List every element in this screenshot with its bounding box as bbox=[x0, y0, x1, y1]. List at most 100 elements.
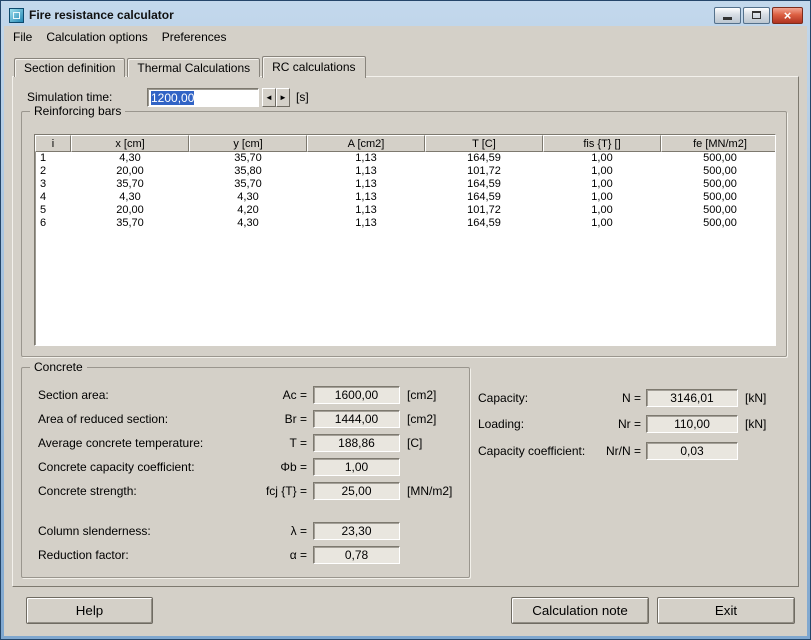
column-header-a[interactable]: A [cm2] bbox=[307, 135, 425, 152]
concrete-field-capacity-coefficient: Concrete capacity coefficient: Φb = 1,00 bbox=[22, 458, 469, 476]
bottom-button-bar: Help Calculation note Exit bbox=[4, 587, 807, 636]
menu-file[interactable]: File bbox=[6, 27, 39, 47]
client-area: File Calculation options Preferences Sec… bbox=[4, 26, 807, 636]
field-symbol: Ac = bbox=[282, 388, 307, 402]
window-title: Fire resistance calculator bbox=[29, 8, 174, 22]
menu-calculation-options[interactable]: Calculation options bbox=[39, 27, 154, 47]
cell-i: 2 bbox=[40, 165, 47, 177]
cell-t: 164,59 bbox=[467, 191, 501, 203]
cell-a: 1,13 bbox=[355, 217, 377, 229]
tab-page-rc-calculations: Simulation time: 1200,00 ◄ ► [s] Reinfor… bbox=[12, 76, 799, 587]
field-label: Column slenderness: bbox=[38, 524, 151, 538]
concrete-group: Concrete Section area: Ac = 1600,00 [cm2… bbox=[21, 360, 470, 578]
help-button[interactable]: Help bbox=[26, 597, 153, 624]
column-header-t[interactable]: T [C] bbox=[425, 135, 543, 152]
cell-fe: 500,00 bbox=[703, 191, 737, 203]
tab-rc-calculations[interactable]: RC calculations bbox=[262, 56, 366, 78]
calculation-note-button[interactable]: Calculation note bbox=[511, 597, 649, 624]
cell-x: 20,00 bbox=[116, 165, 144, 177]
concrete-field-slenderness: Column slenderness: λ = 23,30 bbox=[22, 522, 469, 540]
cell-fis: 1,00 bbox=[591, 178, 613, 190]
menu-preferences[interactable]: Preferences bbox=[155, 27, 234, 47]
cell-t: 164,59 bbox=[467, 152, 501, 164]
cell-fis: 1,00 bbox=[591, 191, 613, 203]
field-unit: [kN] bbox=[745, 417, 767, 431]
cell-y: 4,30 bbox=[237, 217, 259, 229]
cell-x: 20,00 bbox=[116, 204, 144, 216]
spin-left-button[interactable]: ◄ bbox=[262, 87, 276, 107]
cell-y: 35,70 bbox=[234, 152, 262, 164]
field-value: 110,00 bbox=[646, 415, 738, 433]
column-header-x[interactable]: x [cm] bbox=[71, 135, 189, 152]
field-unit: [cm2] bbox=[407, 412, 437, 426]
concrete-field-avg-temperature: Average concrete temperature: T = 188,86… bbox=[22, 434, 469, 452]
maximize-button[interactable] bbox=[743, 6, 770, 24]
table-row[interactable]: 5 20,00 4,20 1,13 101,72 1,00 500,00 bbox=[35, 204, 775, 217]
cell-i: 4 bbox=[40, 191, 47, 203]
cell-fis: 1,00 bbox=[591, 165, 613, 177]
field-unit: [MN/m2] bbox=[407, 484, 453, 498]
cell-i: 5 bbox=[40, 204, 47, 216]
cell-t: 101,72 bbox=[467, 165, 501, 177]
tab-section-definition[interactable]: Section definition bbox=[14, 58, 126, 77]
selected-text: 1200,00 bbox=[151, 90, 195, 105]
caption-buttons: × bbox=[714, 6, 803, 24]
field-unit: [cm2] bbox=[407, 388, 437, 402]
cell-fe: 500,00 bbox=[703, 165, 737, 177]
cell-fe: 500,00 bbox=[703, 217, 737, 229]
tab-strip: Section definition Thermal Calculations … bbox=[14, 55, 368, 78]
reinforcing-bars-title: Reinforcing bars bbox=[30, 104, 126, 118]
field-value: 188,86 bbox=[313, 434, 400, 452]
field-label: Reduction factor: bbox=[38, 548, 129, 562]
app-icon bbox=[9, 7, 24, 23]
cell-fis: 1,00 bbox=[591, 217, 613, 229]
app-window: Fire resistance calculator × File Calcul… bbox=[0, 0, 811, 640]
maximize-icon bbox=[752, 11, 761, 19]
capacity-field: Capacity: N = 3146,01 [kN] bbox=[478, 389, 790, 407]
simulation-time-input[interactable]: 1200,00 bbox=[147, 87, 259, 107]
field-unit: [C] bbox=[407, 436, 423, 450]
cell-a: 1,13 bbox=[355, 152, 377, 164]
spin-right-button[interactable]: ► bbox=[276, 87, 290, 107]
field-value: 1,00 bbox=[313, 458, 400, 476]
title-bar[interactable]: Fire resistance calculator × bbox=[4, 1, 807, 26]
field-label: Capacity coefficient: bbox=[478, 444, 586, 458]
minimize-button[interactable] bbox=[714, 6, 741, 24]
close-button[interactable]: × bbox=[772, 6, 803, 24]
field-value: 23,30 bbox=[313, 522, 400, 540]
table-header: i x [cm] y [cm] A [cm2] T [C] fis {T} []… bbox=[35, 135, 775, 152]
cell-x: 4,30 bbox=[119, 191, 141, 203]
field-label: Loading: bbox=[478, 417, 525, 431]
cell-y: 4,30 bbox=[237, 191, 259, 203]
cell-x: 35,70 bbox=[116, 217, 144, 229]
concrete-field-strength: Concrete strength: fcj {T} = 25,00 [MN/m… bbox=[22, 482, 469, 500]
spin-left-icon: ◄ bbox=[265, 92, 273, 102]
field-label: Capacity: bbox=[478, 391, 529, 405]
table-row[interactable]: 1 4,30 35,70 1,13 164,59 1,00 500,00 bbox=[35, 152, 775, 165]
cell-a: 1,13 bbox=[355, 204, 377, 216]
field-label: Concrete strength: bbox=[38, 484, 137, 498]
table-row[interactable]: 2 20,00 35,80 1,13 101,72 1,00 500,00 bbox=[35, 165, 775, 178]
column-header-i[interactable]: i bbox=[35, 135, 71, 152]
field-label: Concrete capacity coefficient: bbox=[38, 460, 195, 474]
cell-fe: 500,00 bbox=[703, 178, 737, 190]
field-value: 0,03 bbox=[646, 442, 738, 460]
table-row[interactable]: 6 35,70 4,30 1,13 164,59 1,00 500,00 bbox=[35, 217, 775, 230]
simulation-time-label: Simulation time: bbox=[27, 90, 113, 104]
table-row[interactable]: 4 4,30 4,30 1,13 164,59 1,00 500,00 bbox=[35, 191, 775, 204]
minimize-icon bbox=[723, 17, 732, 20]
column-header-fe[interactable]: fe [MN/m2] bbox=[661, 135, 775, 152]
field-symbol: N = bbox=[621, 391, 641, 405]
spin-right-icon: ► bbox=[279, 92, 287, 102]
concrete-field-reduction-factor: Reduction factor: α = 0,78 bbox=[22, 546, 469, 564]
exit-button[interactable]: Exit bbox=[657, 597, 795, 624]
tab-thermal-calculations[interactable]: Thermal Calculations bbox=[127, 58, 261, 77]
cell-i: 1 bbox=[40, 152, 47, 164]
table-row[interactable]: 3 35,70 35,70 1,13 164,59 1,00 500,00 bbox=[35, 178, 775, 191]
cell-x: 35,70 bbox=[116, 178, 144, 190]
column-header-y[interactable]: y [cm] bbox=[189, 135, 307, 152]
cell-fis: 1,00 bbox=[591, 152, 613, 164]
cell-fe: 500,00 bbox=[703, 152, 737, 164]
concrete-title: Concrete bbox=[30, 360, 87, 374]
column-header-fis[interactable]: fis {T} [] bbox=[543, 135, 661, 152]
